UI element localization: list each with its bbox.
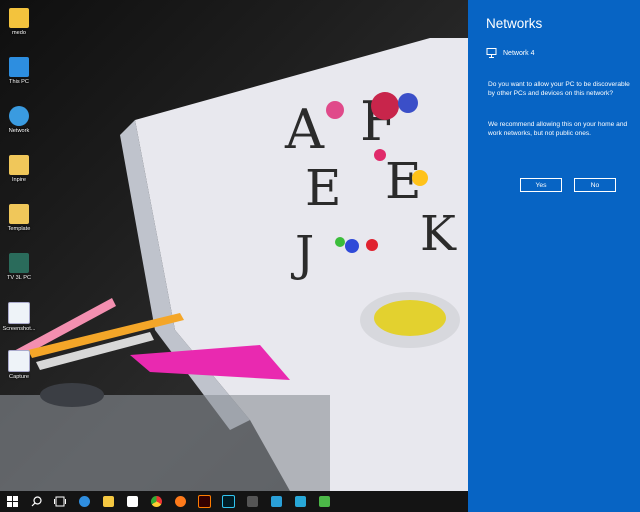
folder-icon bbox=[9, 155, 29, 175]
app-icon bbox=[9, 253, 29, 273]
desktop-icon-screenshot[interactable]: Screenshot... bbox=[0, 298, 38, 342]
computer-icon bbox=[9, 57, 29, 77]
image-file-icon bbox=[8, 350, 30, 372]
svg-text:K: K bbox=[420, 206, 457, 262]
edge-icon[interactable] bbox=[72, 491, 96, 512]
desktop-icon-label: Inpire bbox=[12, 177, 26, 183]
svg-text:A: A bbox=[284, 98, 325, 161]
desktop-icon-label: medo bbox=[12, 30, 26, 36]
store-icon[interactable] bbox=[120, 491, 144, 512]
taskbar bbox=[0, 491, 468, 512]
desktop-icon-this-pc[interactable]: This PC bbox=[0, 53, 38, 97]
photoshop-icon[interactable] bbox=[216, 491, 240, 512]
user-folder-icon bbox=[9, 8, 29, 28]
no-button[interactable]: No bbox=[574, 178, 616, 192]
shortcut-icon[interactable] bbox=[264, 491, 288, 512]
panel-title: Networks bbox=[486, 16, 543, 31]
desktop-icon-capture[interactable]: Capture bbox=[0, 346, 38, 390]
desktop-icon-template[interactable]: Template bbox=[0, 200, 38, 244]
network-monitor-icon bbox=[486, 48, 497, 58]
desktop-icon-label: This PC bbox=[9, 79, 29, 85]
desktop-icon-inpire[interactable]: Inpire bbox=[0, 151, 38, 195]
search-icon[interactable] bbox=[24, 491, 48, 512]
network-row: Network 4 bbox=[486, 46, 535, 60]
yes-button[interactable]: Yes bbox=[520, 178, 562, 192]
chrome-folder-icon bbox=[9, 204, 29, 224]
chrome-icon[interactable] bbox=[144, 491, 168, 512]
start-icon[interactable] bbox=[0, 491, 24, 512]
app-icon[interactable] bbox=[240, 491, 264, 512]
image-file-icon bbox=[8, 302, 30, 324]
illustrator-icon[interactable] bbox=[192, 491, 216, 512]
desktop-icon-medo[interactable]: medo bbox=[0, 4, 38, 48]
svg-text:E: E bbox=[305, 159, 342, 217]
desktop-icon-label: Template bbox=[7, 226, 31, 232]
desktop-icon-label: Screenshot... bbox=[2, 326, 36, 332]
desktop: A F E E J K medo This PC Network Inpire … bbox=[0, 0, 468, 491]
desktop-icon-tv3l-pc[interactable]: TV 3L PC bbox=[0, 249, 38, 293]
desktop-icon-label: Capture bbox=[9, 374, 29, 380]
task-view-icon[interactable] bbox=[48, 491, 72, 512]
file-explorer-icon[interactable] bbox=[96, 491, 120, 512]
networks-panel: Networks Network 4 Do you want to allow … bbox=[468, 0, 640, 512]
network-name: Network 4 bbox=[503, 49, 535, 57]
firefox-icon[interactable] bbox=[168, 491, 192, 512]
upload-icon[interactable] bbox=[288, 491, 312, 512]
desktop-icon-label: TV 3L PC bbox=[6, 275, 32, 281]
camtasia-icon[interactable] bbox=[312, 491, 336, 512]
wallpaper: A F E E J K bbox=[0, 38, 468, 491]
recommendation-text: We recommend allowing this on your home … bbox=[488, 121, 628, 137]
network-icon bbox=[9, 106, 29, 126]
desktop-icon-label: Network bbox=[8, 128, 30, 134]
desktop-icon-network[interactable]: Network bbox=[0, 102, 38, 146]
discoverable-question: Do you want to allow your PC to be disco… bbox=[488, 81, 630, 97]
